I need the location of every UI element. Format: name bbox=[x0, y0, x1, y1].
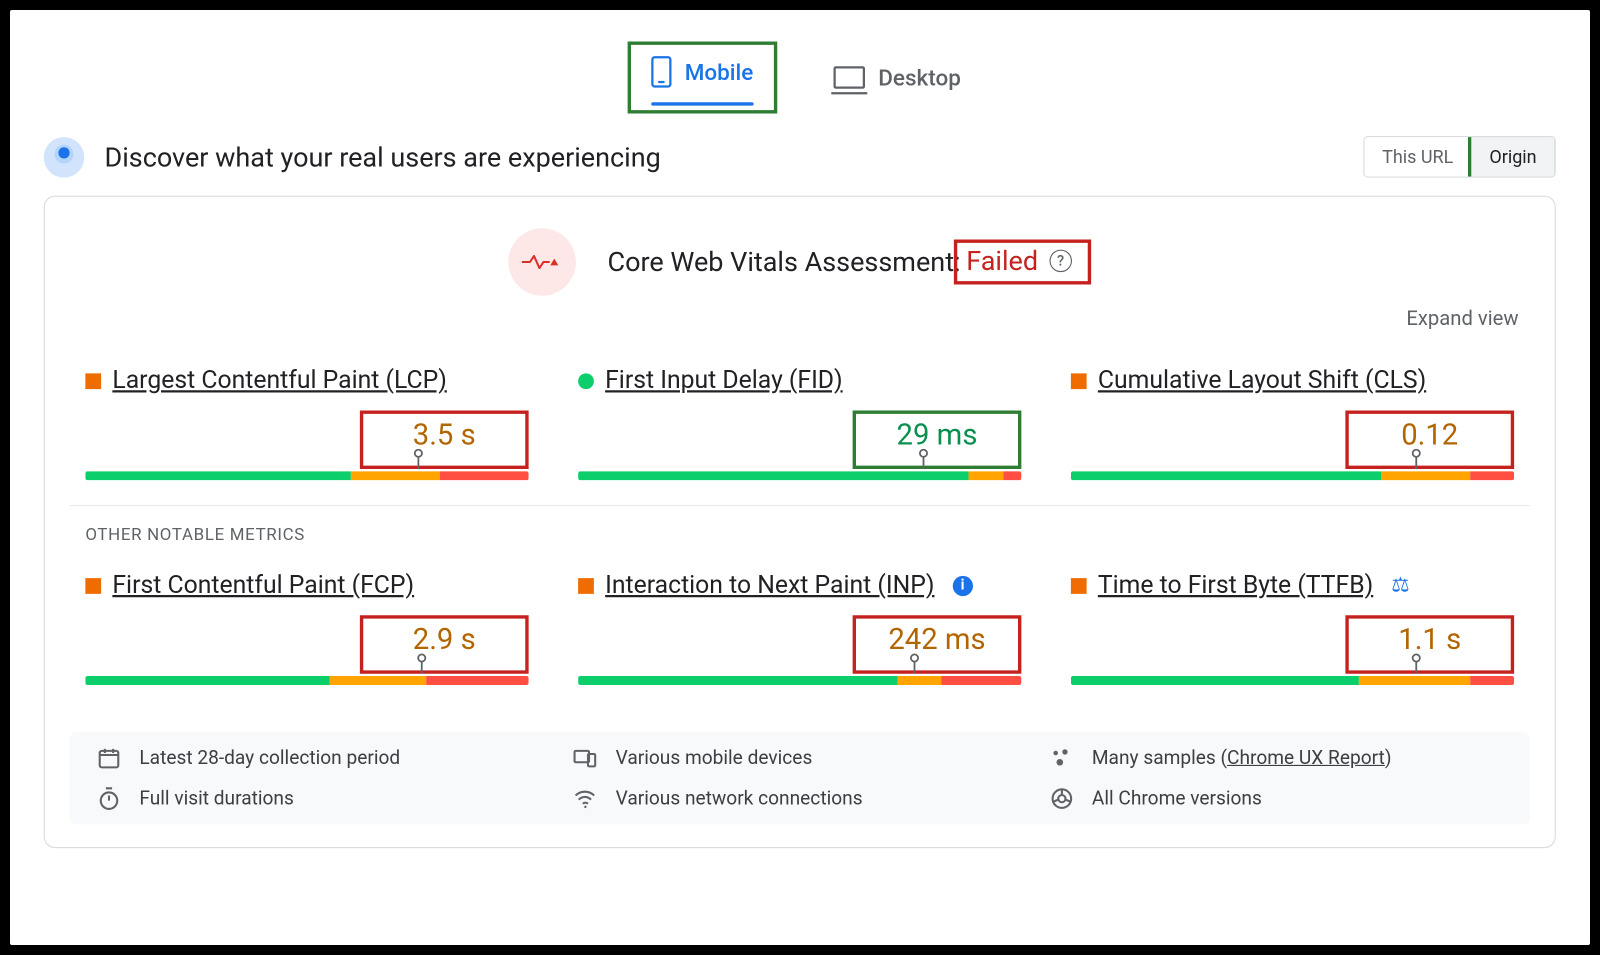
distribution-bar bbox=[578, 471, 1021, 480]
metric-lcp-link[interactable]: Largest Contentful Paint (LCP) bbox=[112, 367, 446, 395]
status-dot-good bbox=[578, 373, 594, 389]
info-grid: Latest 28-day collection period Various … bbox=[70, 732, 1530, 824]
metric-lcp: Largest Contentful Paint (LCP) 3.5 s bbox=[74, 344, 540, 503]
info-network-text: Various network connections bbox=[616, 787, 863, 810]
calendar-icon bbox=[97, 746, 124, 771]
metric-fid-value-box: 29 ms bbox=[853, 411, 1022, 470]
other-metrics-grid: First Contentful Paint (FCP) 2.9 s Interac… bbox=[70, 544, 1530, 707]
metric-inp: Interaction to Next Paint (INP) i 242 ms bbox=[567, 549, 1033, 708]
status-square-ni bbox=[85, 578, 101, 594]
core-metrics-grid: Largest Contentful Paint (LCP) 3.5 s First… bbox=[70, 340, 1530, 503]
metric-cls-value-box: 0.12 bbox=[1345, 411, 1514, 470]
tab-desktop[interactable]: Desktop bbox=[822, 42, 972, 114]
status-square-ni bbox=[1071, 373, 1087, 389]
page-title: Discover what your real users are experi… bbox=[105, 141, 1343, 173]
field-data-card: Core Web Vitals Assessment: Failed ? Exp… bbox=[44, 196, 1556, 849]
pulse-icon bbox=[522, 251, 563, 274]
users-icon bbox=[44, 137, 85, 178]
metric-ttfb-value: 1.1 s bbox=[1362, 623, 1497, 657]
info-versions-text: All Chrome versions bbox=[1092, 787, 1262, 810]
metric-inp-value: 242 ms bbox=[870, 623, 1005, 657]
metric-fid-link[interactable]: First Input Delay (FID) bbox=[605, 367, 843, 395]
distribution-bar bbox=[578, 676, 1021, 685]
scope-this-url[interactable]: This URL bbox=[1364, 137, 1471, 176]
scope-origin-highlight: Origin bbox=[1468, 136, 1556, 178]
metric-fcp-value-box: 2.9 s bbox=[360, 615, 529, 674]
assessment-label: Core Web Vitals Assessment: bbox=[608, 246, 961, 278]
metric-cls-link[interactable]: Cumulative Layout Shift (CLS) bbox=[1098, 367, 1426, 395]
device-tabs: Mobile Desktop bbox=[10, 10, 1590, 136]
experimental-icon[interactable]: ⚖ bbox=[1391, 574, 1409, 598]
info-durations-text: Full visit durations bbox=[139, 787, 293, 810]
distribution-bar bbox=[85, 676, 528, 685]
metric-fcp-value: 2.9 s bbox=[377, 623, 512, 657]
header-row: Discover what your real users are experi… bbox=[10, 136, 1590, 191]
assessment-row: Core Web Vitals Assessment: Failed ? bbox=[70, 228, 1530, 296]
desktop-icon bbox=[833, 66, 865, 89]
marker-icon bbox=[1410, 449, 1424, 469]
assessment-status-box: Failed ? bbox=[954, 240, 1091, 285]
metric-ttfb-value-box: 1.1 s bbox=[1345, 615, 1514, 674]
metric-inp-value-box: 242 ms bbox=[853, 615, 1022, 674]
info-devices-text: Various mobile devices bbox=[616, 747, 813, 770]
chrome-ux-report-link[interactable]: Chrome UX Report bbox=[1227, 747, 1385, 770]
tab-mobile[interactable]: Mobile bbox=[640, 49, 765, 94]
marker-icon bbox=[1410, 654, 1424, 674]
help-icon[interactable]: ? bbox=[1049, 250, 1072, 273]
assessment-icon bbox=[509, 228, 577, 296]
info-durations: Full visit durations bbox=[97, 786, 551, 811]
marker-icon bbox=[411, 449, 425, 469]
marker-icon bbox=[908, 654, 922, 674]
info-network: Various network connections bbox=[573, 786, 1027, 811]
info-period-text: Latest 28-day collection period bbox=[139, 747, 400, 770]
metric-lcp-value: 3.5 s bbox=[377, 418, 512, 452]
chrome-icon bbox=[1049, 786, 1076, 811]
metric-inp-link[interactable]: Interaction to Next Paint (INP) bbox=[605, 571, 934, 599]
assessment-status: Failed bbox=[966, 245, 1038, 277]
status-square-ni bbox=[1071, 578, 1087, 594]
metric-fcp-link[interactable]: First Contentful Paint (FCP) bbox=[112, 571, 414, 599]
other-metrics-label: OTHER NOTABLE METRICS bbox=[70, 520, 1530, 545]
tab-mobile-label: Mobile bbox=[685, 58, 754, 85]
info-devices: Various mobile devices bbox=[573, 746, 1027, 771]
distribution-bar bbox=[1071, 676, 1514, 685]
distribution-bar bbox=[85, 471, 528, 480]
samples-icon bbox=[1049, 746, 1076, 771]
metric-ttfb: Time to First Byte (TTFB) ⚖ 1.1 s bbox=[1060, 549, 1526, 708]
tab-mobile-highlight: Mobile bbox=[627, 42, 777, 114]
divider bbox=[70, 505, 1530, 506]
metric-fid: First Input Delay (FID) 29 ms bbox=[567, 344, 1033, 503]
status-square-ni bbox=[85, 373, 101, 389]
metric-lcp-value-box: 3.5 s bbox=[360, 411, 529, 470]
scope-toggle: This URL Origin bbox=[1363, 136, 1556, 178]
devices-icon bbox=[573, 746, 600, 771]
stopwatch-icon bbox=[97, 786, 124, 811]
metric-cls-value: 0.12 bbox=[1362, 418, 1497, 452]
expand-view-link[interactable]: Expand view bbox=[70, 307, 1530, 331]
info-period: Latest 28-day collection period bbox=[97, 746, 551, 771]
metric-fid-value: 29 ms bbox=[870, 418, 1005, 452]
scope-origin[interactable]: Origin bbox=[1471, 137, 1554, 176]
distribution-bar bbox=[1071, 471, 1514, 480]
marker-icon bbox=[415, 654, 429, 674]
metric-fcp: First Contentful Paint (FCP) 2.9 s bbox=[74, 549, 540, 708]
network-icon bbox=[573, 786, 600, 811]
info-icon[interactable]: i bbox=[952, 575, 972, 595]
tab-desktop-label: Desktop bbox=[878, 64, 961, 91]
metric-cls: Cumulative Layout Shift (CLS) 0.12 bbox=[1060, 344, 1526, 503]
info-samples: Many samples (Chrome UX Report) bbox=[1049, 746, 1503, 771]
mobile-icon bbox=[651, 56, 671, 88]
info-samples-text: Many samples (Chrome UX Report) bbox=[1092, 747, 1392, 770]
metric-ttfb-link[interactable]: Time to First Byte (TTFB) bbox=[1098, 571, 1373, 599]
status-square-ni bbox=[578, 578, 594, 594]
info-versions: All Chrome versions bbox=[1049, 786, 1503, 811]
marker-icon bbox=[917, 449, 931, 469]
